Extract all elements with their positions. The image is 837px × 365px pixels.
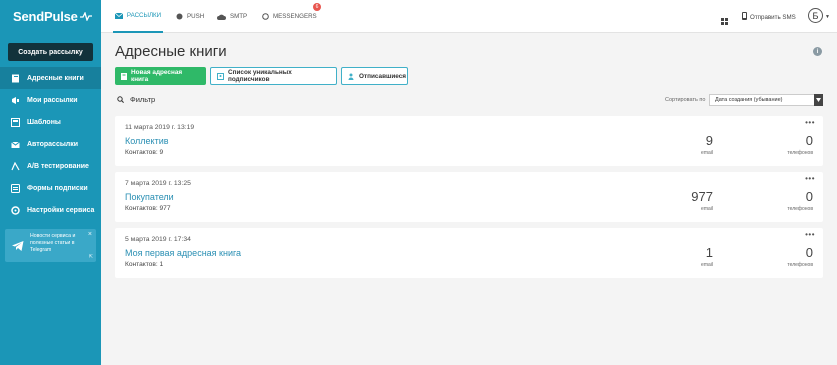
sidebar: SendPulse Создать рассылку Адресные книг…: [0, 0, 101, 365]
address-book-link[interactable]: Коллектив: [125, 136, 169, 146]
email-icon: [114, 12, 123, 19]
tab-label: Messengers: [273, 13, 317, 20]
more-options-icon[interactable]: •••: [805, 174, 815, 183]
avatar[interactable]: Б: [808, 8, 823, 23]
tab-label: Push: [187, 13, 205, 20]
email-label: email: [701, 262, 713, 268]
email-label: email: [701, 150, 713, 156]
sidebar-item-label: Мои рассылки: [27, 96, 78, 104]
email-count: 9: [705, 133, 713, 148]
chevron-down-icon: [814, 94, 823, 106]
phone-count: 0: [805, 133, 813, 148]
sidebar-item-service-settings[interactable]: Настройки сервиса: [0, 199, 101, 221]
sidebar-item-my-campaigns[interactable]: Мои рассылки: [0, 89, 101, 111]
sidebar-item-label: A/B тестирование: [27, 162, 89, 170]
sidebar-item-address-books[interactable]: Адресные книги: [0, 67, 101, 89]
filter-label: Фильтр: [130, 95, 156, 104]
sidebar-item-label: Адресные книги: [27, 74, 84, 82]
sort-select[interactable]: Дата создания (убывание): [709, 94, 823, 106]
external-link-icon[interactable]: ⇱: [89, 254, 93, 260]
new-address-book-button[interactable]: Новая адресная книга: [115, 67, 206, 85]
phone-label: телефонов: [787, 206, 813, 212]
smtp-icon: [217, 14, 226, 20]
tab-push[interactable]: Push: [176, 0, 204, 33]
address-book-link[interactable]: Покупатели: [125, 192, 174, 202]
book-icon: [121, 72, 127, 80]
address-book-link[interactable]: Моя первая адресная книга: [125, 248, 241, 258]
messengers-badge: 6: [313, 3, 321, 11]
info-icon[interactable]: i: [813, 47, 822, 56]
sidebar-item-label: Формы подписки: [27, 184, 88, 192]
telegram-banner-text: Новости сервиса и полезные статьи в Tele…: [30, 233, 76, 253]
logo-text: SendPulse: [13, 9, 78, 24]
sidebar-item-label: Шаблоны: [27, 118, 61, 126]
telegram-news-banner[interactable]: Новости сервиса и полезные статьи в Tele…: [5, 229, 96, 262]
sort-label: Сортировать по: [665, 97, 706, 103]
unique-subscribers-button[interactable]: Список уникальных подписчиков: [210, 67, 337, 85]
megaphone-icon: [11, 96, 20, 105]
form-icon: [11, 183, 20, 193]
filter-toggle[interactable]: Фильтр: [117, 95, 155, 104]
sidebar-nav: Адресные книги Мои рассылки Шаблоны Авто…: [0, 67, 101, 221]
sidebar-item-label: Авторассылки: [27, 140, 79, 148]
top-bar: Рассылки Push SMTP Messengers 6 Отправит…: [101, 0, 837, 33]
sendpulse-logo[interactable]: SendPulse: [13, 9, 92, 24]
sidebar-item-label: Настройки сервиса: [27, 206, 95, 214]
card-date: 5 марта 2019 г. 17:34: [125, 236, 191, 243]
more-options-icon[interactable]: •••: [805, 118, 815, 127]
address-book-card: 7 марта 2019 г. 13:25 Покупатели Контакт…: [115, 172, 823, 222]
button-label: Отписавшиеся: [359, 72, 407, 80]
tab-label: SMTP: [230, 13, 248, 20]
phone-label: телефонов: [787, 150, 813, 156]
apps-grid-icon[interactable]: [721, 12, 728, 30]
tab-smtp[interactable]: SMTP: [217, 0, 247, 33]
more-options-icon[interactable]: •••: [805, 230, 815, 239]
tab-label: Рассылки: [126, 12, 162, 19]
contacts-count: Контактов: 9: [125, 149, 164, 156]
sidebar-item-subscription-forms[interactable]: Формы подписки: [0, 177, 101, 199]
close-icon[interactable]: ×: [88, 231, 92, 238]
contacts-count: Контактов: 977: [125, 205, 171, 212]
phone-count: 0: [805, 189, 813, 204]
send-sms-label: Отправить SMS: [750, 13, 796, 21]
push-icon: [176, 13, 183, 20]
settings-icon: [11, 205, 20, 215]
create-campaign-button[interactable]: Создать рассылку: [8, 43, 93, 61]
sort-value: Дата создания (убывание): [715, 97, 783, 103]
phone-label: телефонов: [787, 262, 813, 268]
unsubscribed-button[interactable]: Отписавшиеся: [341, 67, 408, 85]
ab-test-icon: [11, 161, 20, 171]
address-book-icon: [11, 74, 20, 83]
email-count: 1: [705, 245, 713, 260]
address-book-card: 5 марта 2019 г. 17:34 Моя первая адресна…: [115, 228, 823, 278]
send-sms-link[interactable]: Отправить SMS: [742, 12, 796, 22]
sidebar-item-automation[interactable]: Авторассылки: [0, 133, 101, 155]
button-label: Новая адресная книга: [131, 69, 183, 83]
contacts-count: Контактов: 1: [125, 261, 164, 268]
pulse-icon: [79, 12, 92, 21]
automation-icon: [11, 140, 20, 149]
phone-icon: [742, 12, 747, 22]
card-date: 7 марта 2019 г. 13:25: [125, 180, 191, 187]
sidebar-item-ab-testing[interactable]: A/B тестирование: [0, 155, 101, 177]
email-count: 977: [691, 189, 713, 204]
tab-email[interactable]: Рассылки: [113, 0, 163, 33]
search-icon: [117, 96, 124, 103]
messengers-icon: [262, 13, 269, 20]
templates-icon: [11, 117, 20, 127]
address-book-card: 11 марта 2019 г. 13:19 Коллектив Контакт…: [115, 116, 823, 166]
sidebar-item-templates[interactable]: Шаблоны: [0, 111, 101, 133]
email-label: email: [701, 206, 713, 212]
phone-count: 0: [805, 245, 813, 260]
user-minus-icon: [348, 73, 355, 80]
page-title: Адресные книги: [115, 43, 227, 60]
chevron-down-icon[interactable]: ▼: [825, 14, 830, 20]
button-label: Список уникальных подписчиков: [228, 69, 292, 83]
tab-messengers[interactable]: Messengers: [262, 0, 317, 33]
telegram-icon: [12, 238, 24, 256]
users-icon: [217, 72, 224, 80]
card-date: 11 марта 2019 г. 13:19: [125, 124, 195, 131]
